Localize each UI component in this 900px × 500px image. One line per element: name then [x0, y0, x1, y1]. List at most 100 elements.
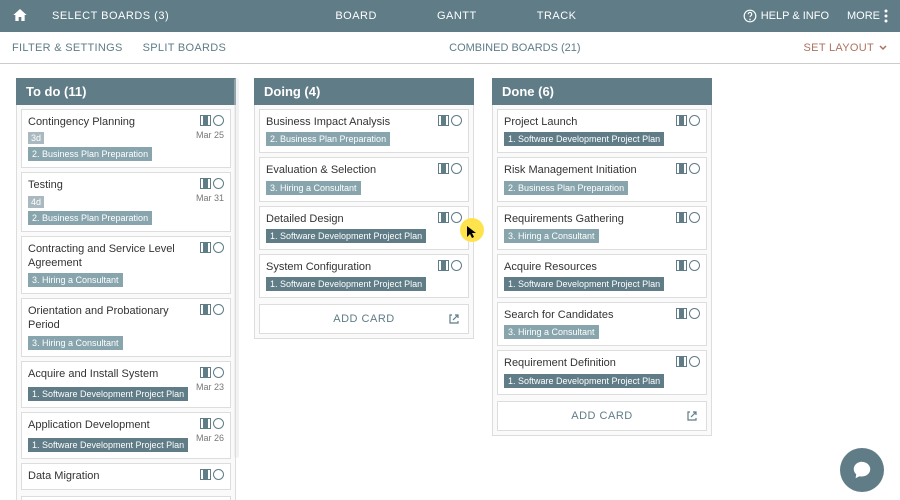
- project-tag: 1. Software Development Project Plan: [28, 438, 188, 452]
- add-card-button[interactable]: ADD CARD: [259, 304, 469, 334]
- card[interactable]: Contracting and Service Level Agreement3…: [21, 236, 231, 295]
- project-tag: 3. Hiring a Consultant: [266, 181, 361, 195]
- chat-button[interactable]: [840, 448, 884, 492]
- project-tag: 2. Business Plan Preparation: [504, 181, 628, 195]
- card-title: Orientation and Probationary Period: [28, 304, 196, 333]
- card[interactable]: Testing4dMar 312. Business Plan Preparat…: [21, 172, 231, 231]
- card[interactable]: Risk Management Initiation 2. Business Pl…: [497, 157, 707, 201]
- home-icon[interactable]: [12, 7, 36, 26]
- select-boards-button[interactable]: SELECT BOARDS (3): [52, 10, 169, 22]
- status-circle-icon[interactable]: [689, 163, 700, 174]
- duration-badge: 4d: [28, 196, 44, 208]
- view-tabs: BOARD GANTT TRACK: [169, 10, 743, 22]
- status-circle-icon[interactable]: [451, 163, 462, 174]
- status-circle-icon[interactable]: [213, 469, 224, 480]
- card[interactable]: Project Launch 1. Software Development Pr…: [497, 109, 707, 153]
- kanban-icon[interactable]: [676, 356, 687, 367]
- card-indicators: [676, 163, 700, 174]
- kanban-icon[interactable]: [200, 367, 211, 378]
- card-indicators: [200, 242, 224, 253]
- card-title: Search for Candidates: [504, 308, 672, 322]
- card-date: Mar 25: [196, 130, 224, 140]
- kanban-icon[interactable]: [200, 115, 211, 126]
- card[interactable]: Acquire Resources1. Software Development…: [497, 254, 707, 298]
- status-circle-icon[interactable]: [213, 115, 224, 126]
- tab-track[interactable]: TRACK: [537, 10, 577, 22]
- card[interactable]: System Configuration1. Software Developm…: [259, 254, 469, 298]
- card[interactable]: Business Impact Analysis2. Business Plan…: [259, 109, 469, 153]
- card-title: Requirements Gathering: [504, 212, 672, 226]
- cursor-icon: [466, 225, 480, 244]
- card[interactable]: Evaluation & Selection 3. Hiring a Consul…: [259, 157, 469, 201]
- status-circle-icon[interactable]: [689, 212, 700, 223]
- kanban-icon[interactable]: [438, 260, 449, 271]
- status-circle-icon[interactable]: [213, 242, 224, 253]
- kanban-icon[interactable]: [438, 212, 449, 223]
- kanban-icon[interactable]: [200, 418, 211, 429]
- kanban-icon[interactable]: [676, 308, 687, 319]
- status-circle-icon[interactable]: [689, 260, 700, 271]
- card[interactable]: Application DevelopmentMar 26 1. Software…: [21, 412, 231, 459]
- kanban-icon[interactable]: [200, 469, 211, 480]
- kanban-icon[interactable]: [676, 260, 687, 271]
- filter-settings-link[interactable]: FILTER & SETTINGS: [12, 42, 123, 54]
- set-layout-button[interactable]: SET LAYOUT: [804, 42, 888, 54]
- kanban-icon[interactable]: [676, 212, 687, 223]
- kanban-icon[interactable]: [200, 242, 211, 253]
- project-tag: 3. Hiring a Consultant: [504, 325, 599, 339]
- card[interactable]: Contingency Planning3dMar 252. Business …: [21, 109, 231, 168]
- tab-gantt[interactable]: GANTT: [437, 10, 477, 22]
- scrollbar[interactable]: [234, 78, 239, 458]
- kanban-icon[interactable]: [676, 163, 687, 174]
- kanban-icon[interactable]: [438, 163, 449, 174]
- kanban-icon[interactable]: [200, 304, 211, 315]
- status-circle-icon[interactable]: [689, 115, 700, 126]
- card-indicators: [200, 115, 224, 126]
- status-circle-icon[interactable]: [451, 115, 462, 126]
- card-indicators: [676, 260, 700, 271]
- project-tag: 1. Software Development Project Plan: [504, 132, 664, 146]
- kanban-icon[interactable]: [438, 115, 449, 126]
- card[interactable]: Detailed Design1. Software Development P…: [259, 206, 469, 250]
- set-layout-label: SET LAYOUT: [804, 42, 874, 54]
- column-header: Doing (4): [254, 78, 474, 105]
- status-circle-icon[interactable]: [213, 178, 224, 189]
- status-circle-icon[interactable]: [213, 418, 224, 429]
- topbar: SELECT BOARDS (3) BOARD GANTT TRACK HELP…: [0, 0, 900, 32]
- status-circle-icon[interactable]: [213, 367, 224, 378]
- card[interactable]: Requirements Gathering3. Hiring a Consul…: [497, 206, 707, 250]
- kanban-icon[interactable]: [676, 115, 687, 126]
- card-date: Mar 23: [196, 382, 224, 392]
- more-button[interactable]: MORE: [847, 9, 888, 23]
- card[interactable]: Search for Candidates 3. Hiring a Consult…: [497, 302, 707, 346]
- project-tag: 1. Software Development Project Plan: [504, 277, 664, 291]
- project-tag: 1. Software Development Project Plan: [266, 229, 426, 243]
- card-title: Project Launch: [504, 115, 672, 129]
- card[interactable]: Requirement Definition1. Software Develo…: [497, 350, 707, 394]
- status-circle-icon[interactable]: [213, 304, 224, 315]
- card[interactable]: Orientation and Probationary Period3. Hi…: [21, 298, 231, 357]
- add-card-button[interactable]: ADD CARD: [21, 496, 231, 500]
- status-circle-icon[interactable]: [689, 308, 700, 319]
- card-title: Risk Management Initiation: [504, 163, 672, 177]
- column-doing: Doing (4) Business Impact Analysis2. Busi…: [254, 78, 474, 339]
- card-title: Application Development: [28, 418, 196, 432]
- status-circle-icon[interactable]: [451, 212, 462, 223]
- tab-board[interactable]: BOARD: [335, 10, 377, 22]
- card-title: Evaluation & Selection: [266, 163, 434, 177]
- more-dots-icon: [884, 9, 888, 23]
- project-tag: 2. Business Plan Preparation: [266, 132, 390, 146]
- project-tag: 1. Software Development Project Plan: [28, 387, 188, 401]
- card[interactable]: Data Migration: [21, 463, 231, 489]
- card[interactable]: Acquire and Install SystemMar 231. Softw…: [21, 361, 231, 408]
- help-button[interactable]: HELP & INFO: [743, 9, 829, 23]
- status-circle-icon[interactable]: [451, 260, 462, 271]
- split-boards-link[interactable]: SPLIT BOARDS: [143, 42, 226, 54]
- chevron-down-icon: [878, 43, 888, 53]
- status-circle-icon[interactable]: [689, 356, 700, 367]
- card-date: Mar 26: [196, 433, 224, 443]
- column-body: Contingency Planning3dMar 252. Business …: [16, 105, 236, 500]
- add-card-button[interactable]: ADD CARD: [497, 401, 707, 431]
- kanban-icon[interactable]: [200, 178, 211, 189]
- card-indicators: [200, 469, 224, 480]
